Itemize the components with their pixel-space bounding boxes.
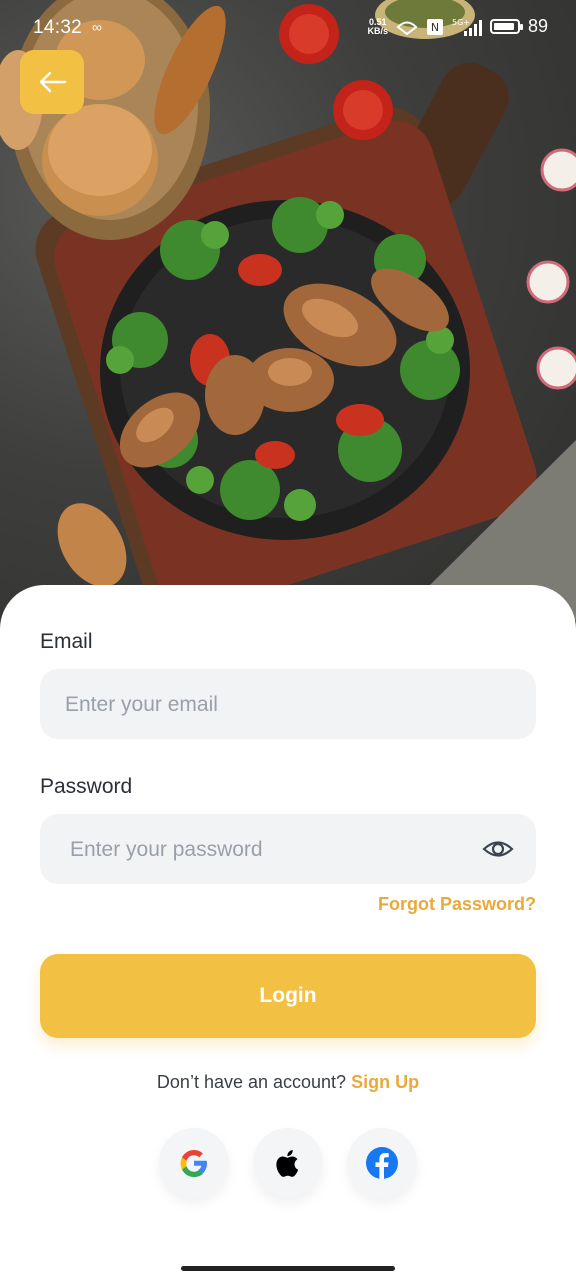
signup-prompt: Don’t have an account? — [156, 1072, 347, 1092]
status-indicators: 0.51 KB/s N 5G+ 89 — [367, 16, 548, 37]
apple-icon — [276, 1150, 299, 1177]
back-button[interactable] — [20, 50, 84, 114]
net-speed-unit: KB/s — [367, 25, 388, 36]
login-sheet: Email Password Forgot Password? Login Do… — [0, 585, 576, 1280]
network-type: 5G+ — [452, 18, 470, 27]
sim-icon: N — [426, 18, 443, 35]
google-icon — [180, 1150, 207, 1177]
forgot-password-link[interactable]: Forgot Password? — [378, 894, 536, 915]
facebook-icon — [366, 1147, 398, 1179]
password-field[interactable] — [40, 814, 536, 886]
arrow-left-icon — [39, 71, 67, 93]
link-icon: ∞ — [92, 19, 102, 35]
svg-text:N: N — [431, 21, 439, 34]
battery-icon — [489, 19, 523, 34]
hero-food-image — [0, 0, 576, 640]
battery-fill — [493, 23, 514, 30]
email-label: Email — [40, 630, 93, 653]
email-input[interactable] — [63, 669, 467, 741]
home-indicator[interactable] — [181, 1266, 395, 1271]
signup-row: Don’t have an account? Sign Up — [0, 1072, 576, 1093]
facebook-login-button[interactable] — [347, 1128, 417, 1198]
email-field[interactable] — [40, 669, 536, 741]
battery-percent: 89 — [527, 16, 548, 36]
status-bar: 14:32 ∞ 0.51 KB/s N 5G+ 89 — [0, 0, 576, 56]
net-speed: 0.51 KB/s — [367, 17, 388, 36]
status-time: 14:32 — [33, 17, 83, 38]
signup-link[interactable]: Sign Up — [351, 1072, 419, 1092]
password-label: Password — [40, 775, 133, 798]
google-login-button[interactable] — [159, 1128, 229, 1198]
wifi-icon — [396, 21, 418, 35]
login-button[interactable]: Login — [40, 954, 536, 1038]
apple-login-button[interactable] — [253, 1128, 323, 1198]
eye-icon[interactable] — [482, 834, 514, 864]
signal-icon: 5G+ — [452, 18, 482, 36]
password-input[interactable] — [68, 814, 472, 886]
radish-slices — [526, 148, 576, 390]
